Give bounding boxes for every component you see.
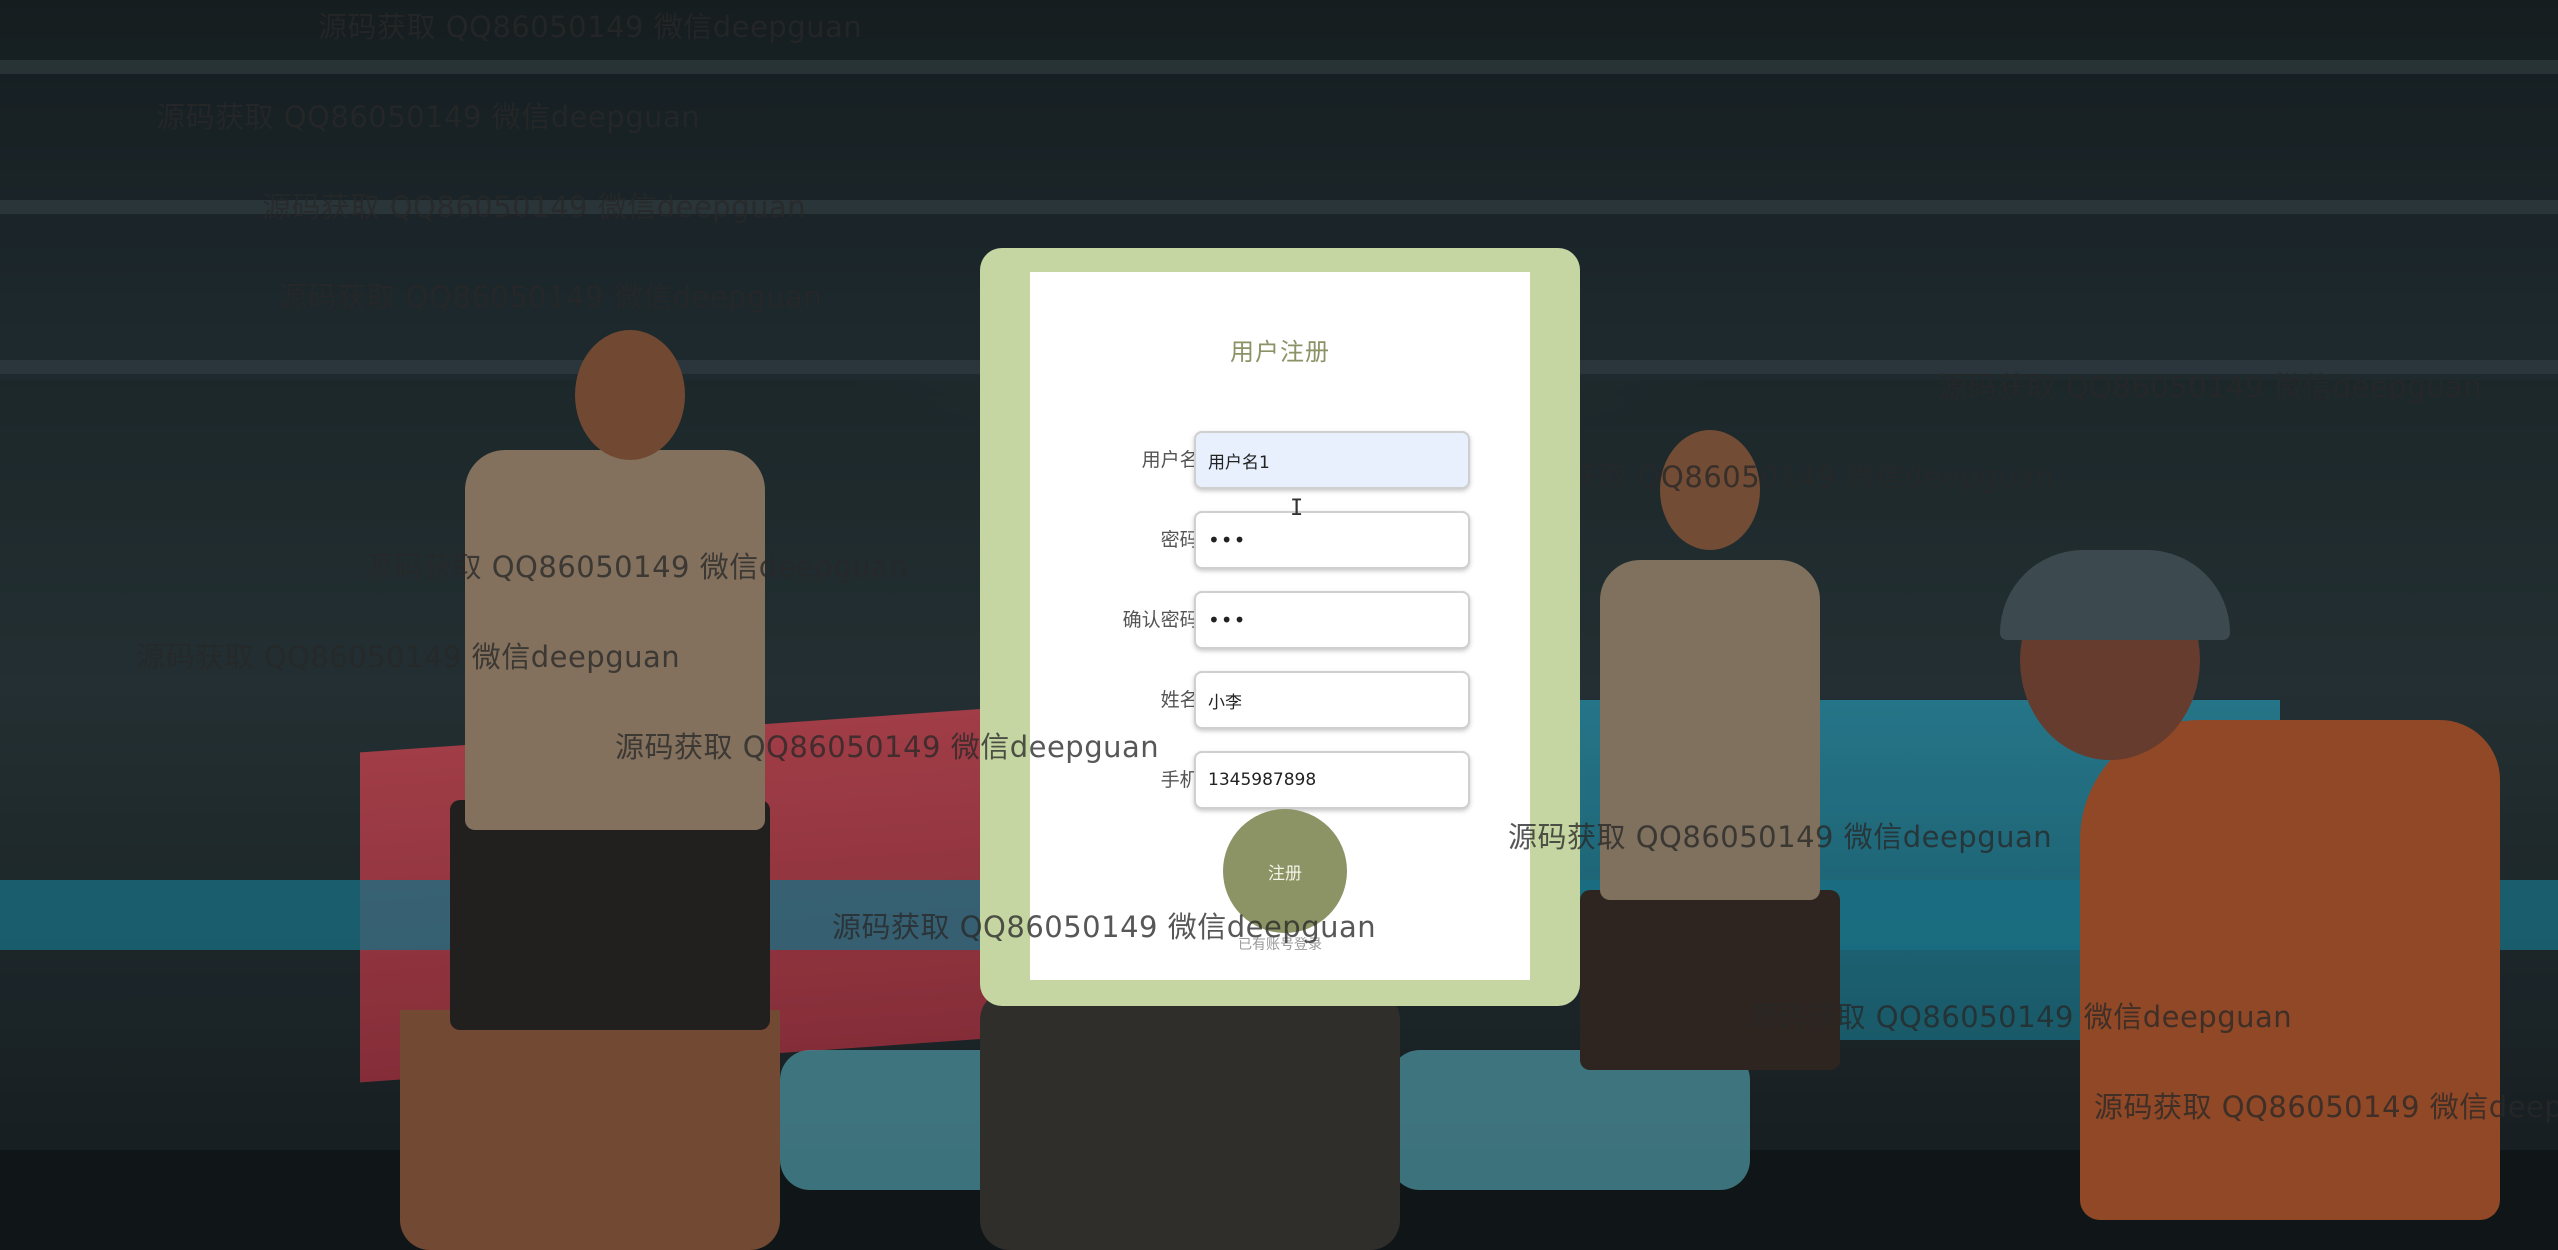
confirm-password-row: 确认密码: [1030, 591, 1530, 649]
username-row: 用户名: [1030, 431, 1530, 489]
register-form: 用户注册 用户名: 密码: 确认密码: 姓名: 手机: 注册 已有账号登录 [1030, 272, 1530, 980]
confirm-password-label: 确认密码: [1122, 609, 1205, 631]
watermark: 源码获取 QQ86050149 微信deepguan [262, 190, 807, 224]
watermark: 源码获取 QQ86050149 微信deepguan [1748, 1000, 2293, 1034]
watermark: 源码获取 QQ86050149 微信deepguan [832, 910, 1377, 944]
username-input[interactable] [1194, 431, 1470, 489]
confirm-password-input[interactable] [1194, 591, 1470, 649]
watermark: 源码获取 QQ86050149 微信deepguan [2094, 1090, 2558, 1124]
password-input[interactable] [1194, 511, 1470, 569]
watermark: 源码获取 QQ86050149 微信deepguan [1508, 820, 2053, 854]
name-row: 姓名: [1030, 671, 1530, 729]
watermark: 源码获取 QQ86050149 微信deepguan [156, 100, 701, 134]
watermark: 源码获取 QQ86050149 微信deepguan [278, 280, 823, 314]
register-card: 用户注册 用户名: 密码: 确认密码: 姓名: 手机: 注册 已有账号登录 [980, 248, 1580, 1006]
watermark: 源码获取 QQ86050149 微信deepguan [136, 640, 681, 674]
watermark: 源码获取 QQ86050149 微信deepguan [1510, 460, 2055, 494]
watermark: 源码获取 QQ86050149 微信deepguan [318, 10, 863, 44]
watermark: 源码获取 QQ86050149 微信deepguan [615, 730, 1160, 764]
watermark: 源码获取 QQ86050149 微信deepguan [364, 550, 909, 584]
watermark: 源码获取 QQ86050149 微信deepguan [1938, 370, 2483, 404]
password-row: 密码: [1030, 511, 1530, 569]
name-input[interactable] [1194, 671, 1470, 729]
text-cursor-icon: I [1290, 496, 1304, 521]
form-title: 用户注册 [1230, 338, 1330, 366]
phone-input[interactable] [1194, 751, 1470, 809]
